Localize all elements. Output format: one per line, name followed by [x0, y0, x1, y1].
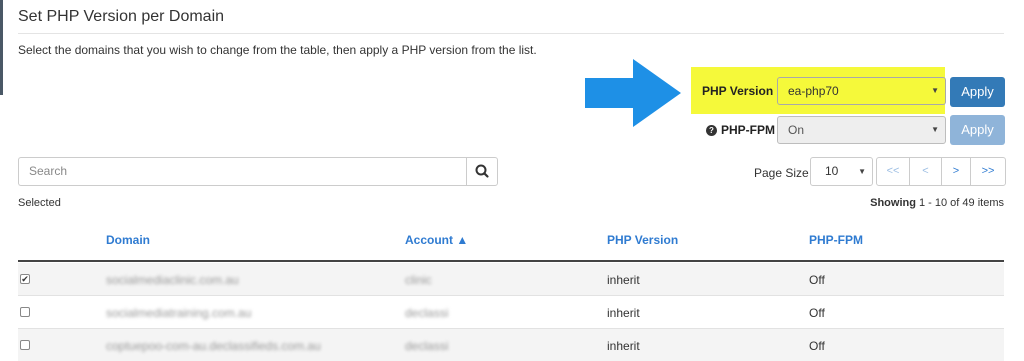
next-page-button[interactable]: > [941, 157, 971, 186]
column-header-domain[interactable]: Domain [106, 233, 150, 247]
php-fpm-label: PHP-FPM [721, 123, 775, 137]
php-fpm-cell: Off [809, 273, 825, 287]
table-header-divider [18, 260, 1004, 262]
search-button[interactable] [466, 157, 498, 186]
showing-prefix: Showing [870, 197, 916, 209]
php-fpm-selected: On [788, 123, 805, 137]
account-cell: declassi [405, 306, 449, 320]
row-checkbox[interactable] [20, 307, 30, 317]
page-title: Set PHP Version per Domain [18, 8, 225, 25]
table-row[interactable]: coptuepoo-com-au.declassifieds.com.au de… [18, 329, 1004, 361]
column-header-php-fpm[interactable]: PHP-FPM [809, 233, 863, 247]
apply-php-version-button[interactable]: Apply [950, 77, 1005, 107]
php-version-cell: inherit [607, 339, 640, 353]
php-version-cell: inherit [607, 306, 640, 320]
page-size-select[interactable]: 10 ▼ [810, 157, 873, 186]
last-page-button[interactable]: >> [970, 157, 1006, 186]
chevron-down-icon: ▼ [858, 167, 866, 176]
php-version-cell: inherit [607, 273, 640, 287]
search-icon [475, 164, 489, 178]
domain-cell: socialmediatraining.com.au [106, 306, 252, 320]
first-page-button[interactable]: << [876, 157, 910, 186]
column-header-php-version[interactable]: PHP Version [607, 233, 678, 247]
domain-cell: coptuepoo-com-au.declassifieds.com.au [106, 339, 321, 353]
php-fpm-cell: Off [809, 306, 825, 320]
prev-page-button[interactable]: < [909, 157, 942, 186]
chevron-down-icon: ▼ [931, 86, 939, 95]
right-arrow-icon [585, 59, 681, 127]
help-icon[interactable]: ? [706, 124, 717, 136]
column-header-account[interactable]: Account ▲ [405, 233, 468, 247]
php-fpm-label-row: ? PHP-FPM [706, 123, 775, 137]
apply-php-fpm-button[interactable]: Apply [950, 115, 1005, 145]
showing-range: 1 - 10 of 49 items [919, 197, 1004, 209]
table-row[interactable]: ✔ socialmediaclinic.com.au clinic inheri… [18, 263, 1004, 296]
page-description: Select the domains that you wish to chan… [18, 43, 537, 57]
selected-label: Selected [18, 197, 61, 209]
php-fpm-cell: Off [809, 339, 825, 353]
php-version-label: PHP Version [702, 84, 774, 98]
table-row[interactable]: socialmediatraining.com.au declassi inhe… [18, 296, 1004, 329]
showing-count: Showing 1 - 10 of 49 items [870, 197, 1004, 209]
domain-cell: socialmediaclinic.com.au [106, 273, 239, 287]
php-fpm-select[interactable]: On ▼ [777, 116, 946, 144]
php-version-select[interactable]: ea-php70 ▼ [777, 77, 946, 105]
search-input[interactable]: Search [18, 157, 466, 186]
account-cell: declassi [405, 339, 449, 353]
row-checkbox[interactable] [20, 340, 30, 350]
row-checkbox[interactable]: ✔ [20, 274, 30, 284]
title-divider [18, 33, 1004, 34]
page-size-value: 10 [825, 164, 839, 178]
page-size-label: Page Size [754, 166, 809, 180]
account-cell: clinic [405, 273, 432, 287]
chevron-down-icon: ▼ [931, 125, 939, 134]
php-version-selected: ea-php70 [788, 84, 839, 98]
left-edge-mark [0, 0, 3, 95]
